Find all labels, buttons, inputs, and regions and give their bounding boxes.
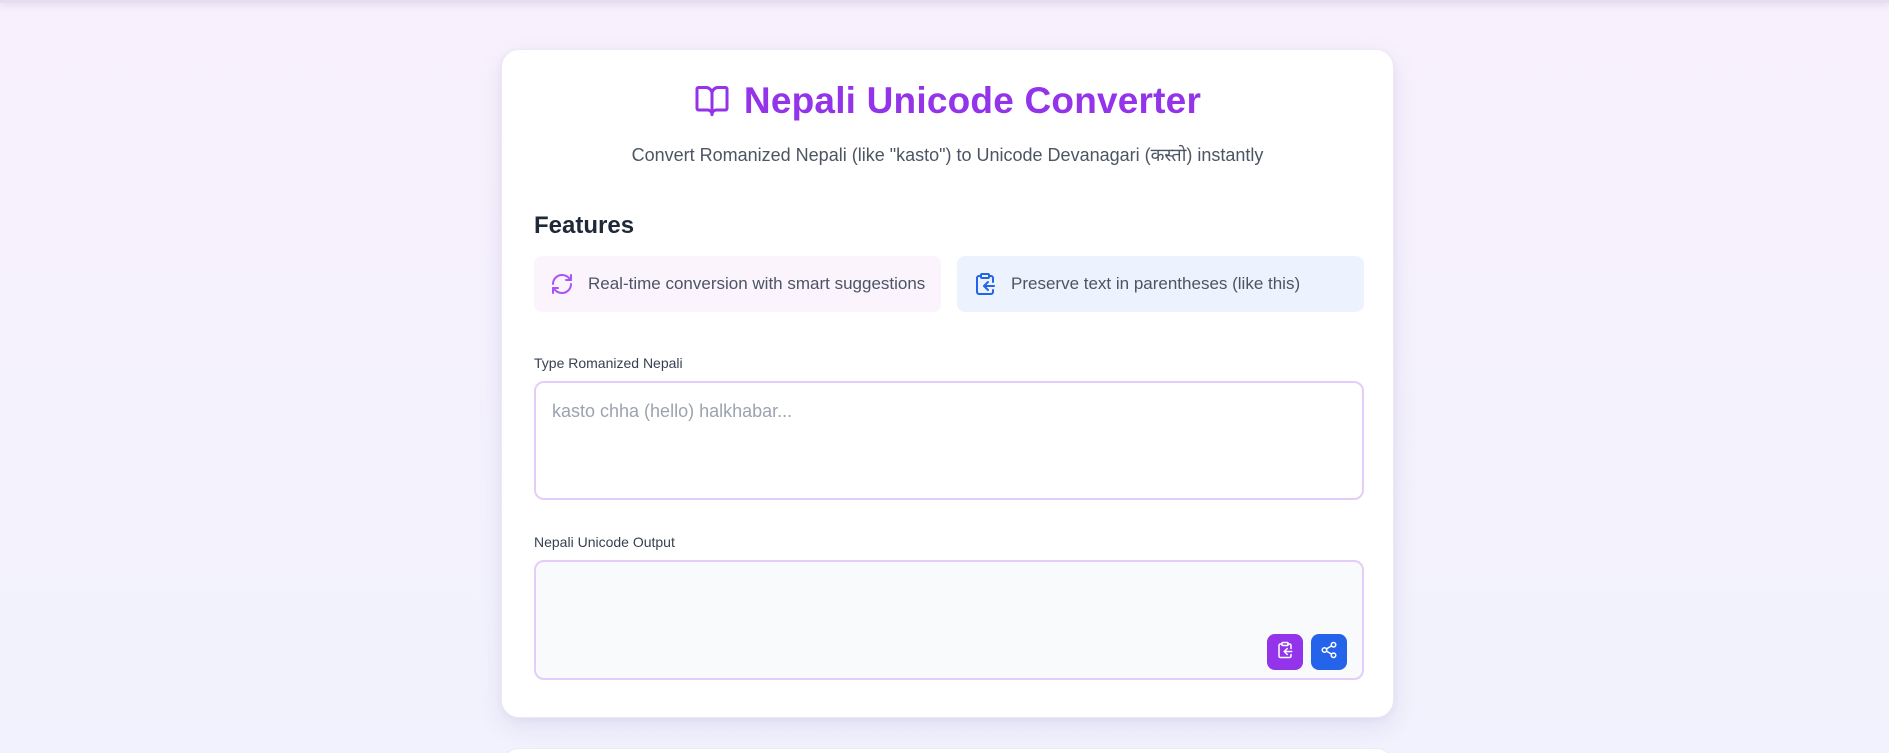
book-open-icon <box>694 83 730 119</box>
header: Nepali Unicode Converter <box>502 78 1393 124</box>
features-heading: Features <box>534 212 635 239</box>
feature-label: Real-time conversion with smart suggesti… <box>588 274 926 293</box>
feature-label: Preserve text in parentheses (like this) <box>1011 274 1301 293</box>
copy-output-button[interactable] <box>1267 634 1303 670</box>
page-title: Nepali Unicode Converter <box>743 80 1202 121</box>
copy-icon <box>1276 641 1294 664</box>
share-icon <box>1320 641 1338 664</box>
feature-preserve-parentheses: Preserve text in parentheses (like this) <box>957 256 1364 312</box>
converter-card: Nepali Unicode Converter Convert Romaniz… <box>501 49 1394 718</box>
clipboard-copy-icon <box>973 272 997 296</box>
feature-realtime-conversion: Real-time conversion with smart suggesti… <box>534 256 941 312</box>
unicode-output[interactable] <box>534 560 1364 680</box>
refresh-icon <box>550 272 574 296</box>
share-output-button[interactable] <box>1311 634 1347 670</box>
input-label: Type Romanized Nepali <box>534 355 683 371</box>
page-subtitle: Convert Romanized Nepali (like "kasto") … <box>631 145 1264 165</box>
next-card-edge <box>501 748 1394 753</box>
romanized-input[interactable] <box>534 381 1364 500</box>
output-label: Nepali Unicode Output <box>534 534 675 550</box>
top-bar-shadow <box>0 0 1889 3</box>
